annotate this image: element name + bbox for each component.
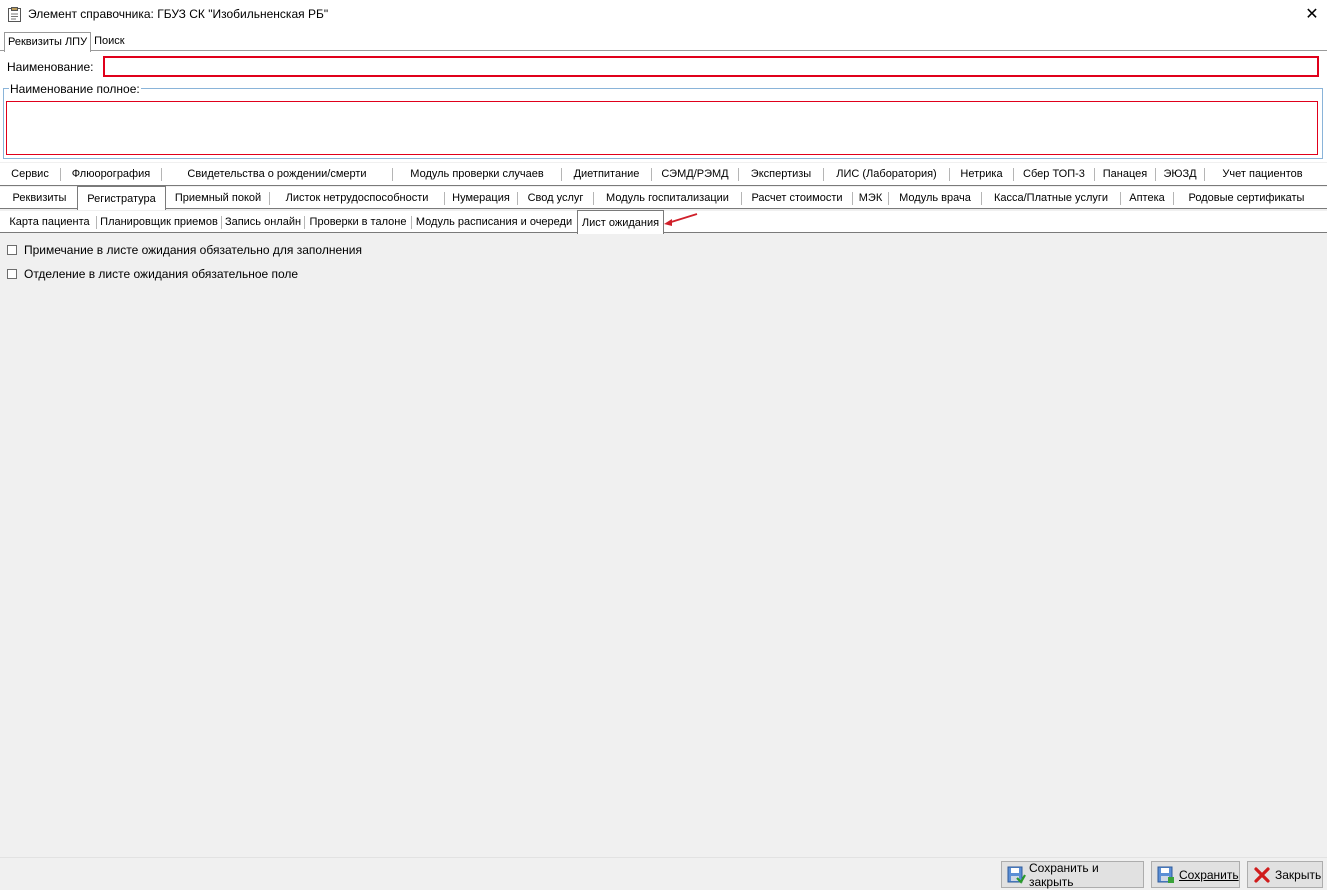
module-tabs-row2: Реквизиты Регистратура Приемный покой Ли… — [0, 186, 1327, 210]
tab-pharmacy[interactable]: Аптека — [1121, 187, 1173, 209]
save-and-close-label: Сохранить и закрыть — [1029, 860, 1099, 889]
note-required-checkbox[interactable] — [7, 245, 17, 255]
tab-fluorography[interactable]: Флюорография — [61, 163, 161, 185]
tab-appointment-planner[interactable]: Планировщик приемов — [97, 211, 221, 233]
save-close-icon — [1007, 866, 1026, 884]
tab-schedule-queue[interactable]: Модуль расписания и очереди — [412, 211, 576, 233]
close-x-icon — [1254, 866, 1270, 883]
save-icon — [1157, 866, 1174, 883]
tab-birth-certificates[interactable]: Родовые сертификаты — [1174, 187, 1319, 209]
tab-expertise[interactable]: Экспертизы — [739, 163, 823, 185]
tab-patient-card[interactable]: Карта пациента — [3, 211, 96, 233]
top-tabs-divider — [0, 50, 1327, 51]
save-button[interactable]: Сохранить — [1151, 861, 1240, 888]
tab-semd[interactable]: СЭМД/РЭМД — [652, 163, 738, 185]
name-label: Наименование: — [7, 60, 94, 74]
tab-sick-leave[interactable]: Листок нетрудоспособности — [270, 187, 444, 209]
tab-registry[interactable]: Регистратура — [77, 186, 166, 210]
tab-panacea[interactable]: Панацея — [1095, 163, 1155, 185]
department-required-label: Отделение в листе ожидания обязательное … — [24, 267, 299, 281]
department-required-checkbox[interactable] — [7, 269, 17, 279]
option-department-required[interactable]: Отделение в листе ожидания обязательное … — [7, 267, 298, 281]
option-note-required[interactable]: Примечание в листе ожидания обязательно … — [7, 243, 362, 257]
row2-divider — [0, 208, 1327, 209]
window-title: Элемент справочника: ГБУЗ СК "Изобильнен… — [28, 7, 329, 21]
tab-doctor-module[interactable]: Модуль врача — [889, 187, 981, 209]
tab-service[interactable]: Сервис — [0, 163, 60, 185]
tab-patient-accounting[interactable]: Учет пациентов — [1205, 163, 1320, 185]
full-name-textarea[interactable] — [6, 101, 1318, 155]
tab-services-summary[interactable]: Свод услуг — [518, 187, 593, 209]
tab-hospitalization[interactable]: Модуль госпитализации — [594, 187, 741, 209]
tab-sber-top3[interactable]: Сбер ТОП-3 — [1014, 163, 1094, 185]
close-label: Закрыть — [1275, 867, 1322, 882]
tab-numbering[interactable]: Нумерация — [445, 187, 517, 209]
tab-certificates[interactable]: Свидетельства о рождении/смерти — [162, 163, 392, 185]
tab-search[interactable]: Поиск — [91, 32, 127, 51]
annotation-arrow-icon — [664, 213, 698, 226]
tab-lis[interactable]: ЛИС (Лаборатория) — [824, 163, 949, 185]
close-window-button[interactable]: ✕ — [1297, 0, 1327, 28]
tab-ticket-checks[interactable]: Проверки в талоне — [305, 211, 411, 233]
tab-netrika[interactable]: Нетрика — [950, 163, 1013, 185]
clipboard-icon — [8, 7, 21, 22]
full-name-label: Наименование полное: — [9, 82, 141, 96]
note-required-label: Примечание в листе ожидания обязательно … — [24, 243, 362, 257]
tab-case-check[interactable]: Модуль проверки случаев — [393, 163, 561, 185]
tab-waiting-list[interactable]: Лист ожидания — [577, 210, 664, 234]
save-and-close-button[interactable]: Сохранить и закрыть — [1001, 860, 1144, 889]
name-input[interactable] — [103, 56, 1319, 77]
sub-tabs: Карта пациента Планировщик приемов Запис… — [0, 210, 1327, 234]
tab-cost-calc[interactable]: Расчет стоимости — [742, 187, 852, 209]
save-label: Сохранить — [1179, 867, 1239, 882]
module-tabs-row1: Сервис Флюорография Свидетельства о рожд… — [0, 163, 1327, 185]
tab-online-booking[interactable]: Запись онлайн — [222, 211, 304, 233]
tab-eyuzd[interactable]: ЭЮЗД — [1156, 163, 1204, 185]
top-tabs: Реквизиты ЛПУ Поиск — [4, 32, 128, 52]
close-button[interactable]: Закрыть — [1247, 861, 1323, 888]
row1-divider — [0, 185, 1327, 186]
tab-requisites[interactable]: Реквизиты — [3, 187, 76, 209]
tab-reception[interactable]: Приемный покой — [167, 187, 269, 209]
tab-lpu-requisites[interactable]: Реквизиты ЛПУ — [4, 32, 92, 52]
tab-mek[interactable]: МЭК — [853, 187, 888, 209]
title-bar: Элемент справочника: ГБУЗ СК "Изобильнен… — [0, 0, 1327, 30]
tab-diet[interactable]: Диетпитание — [562, 163, 651, 185]
tab-cashier[interactable]: Касса/Платные услуги — [982, 187, 1120, 209]
